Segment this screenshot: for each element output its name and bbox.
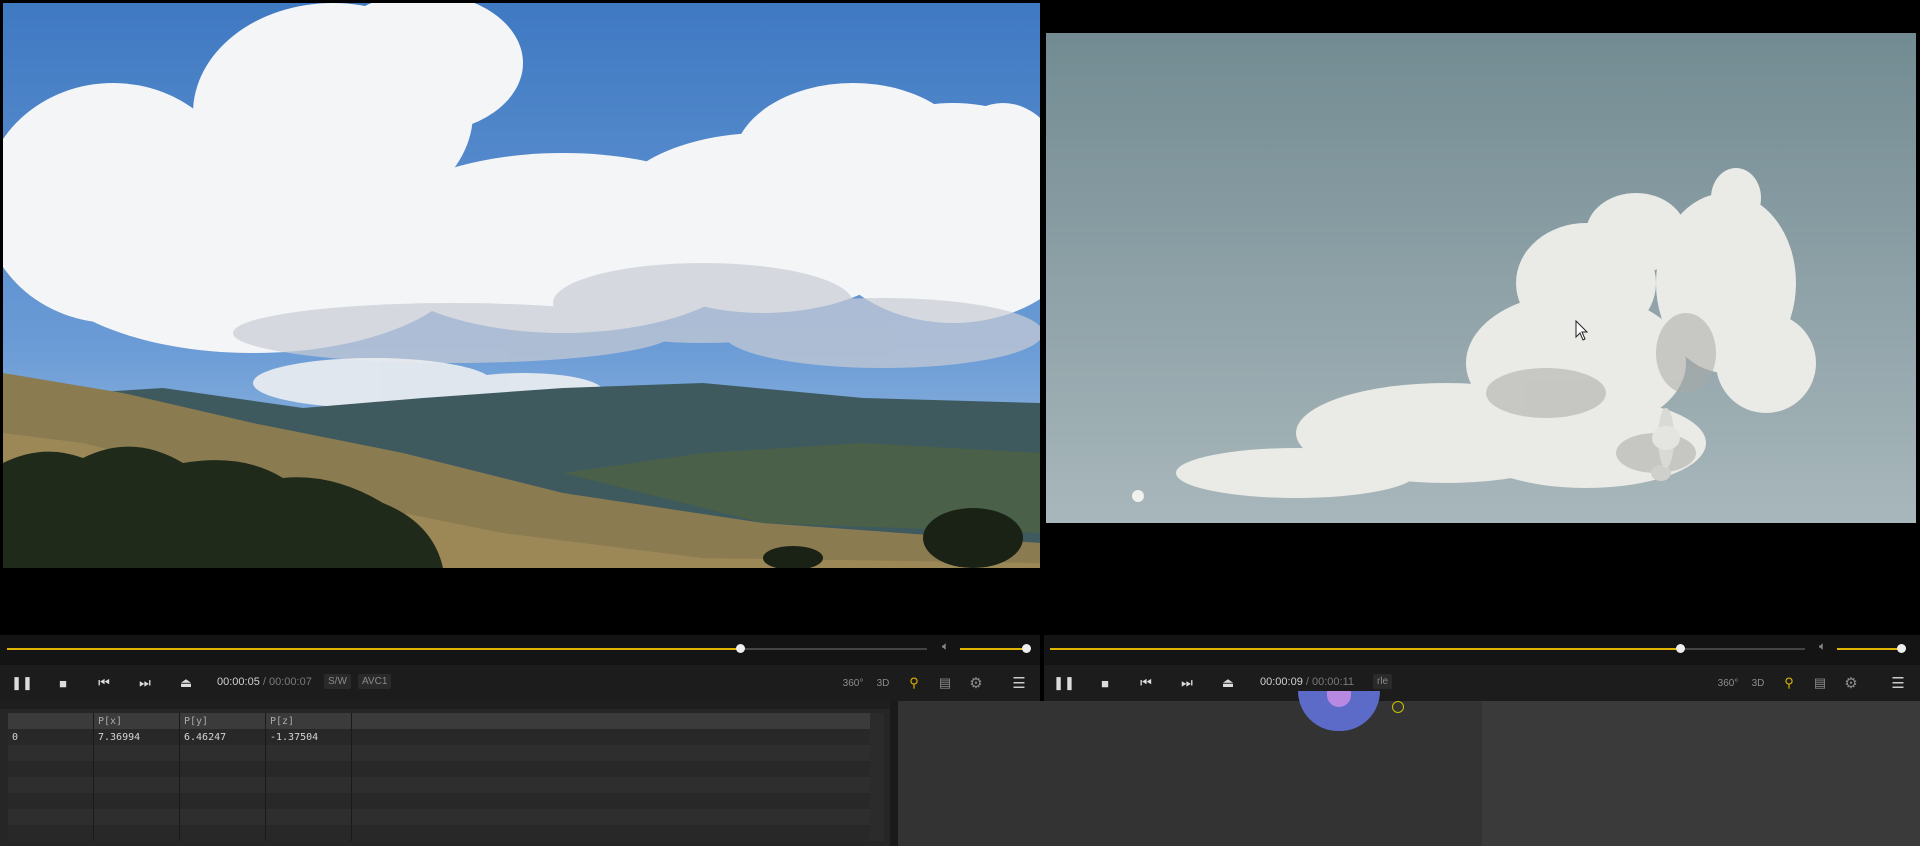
tab-strip (0, 701, 890, 709)
right-progress-fill (1050, 648, 1680, 650)
3d-view-icon[interactable]: 3D (1745, 671, 1771, 695)
360-view-icon[interactable]: 360° (1715, 671, 1741, 695)
pane-divider[interactable] (890, 701, 898, 846)
codec-tag: S/W (324, 674, 351, 689)
left-time-display: 00:00:05 / 00:00:07 (217, 676, 312, 688)
eject-icon[interactable]: ⏏︎ (172, 671, 200, 695)
settings-gear-icon[interactable]: ⚙ (963, 671, 989, 695)
subtitle-icon[interactable]: ▤ (932, 671, 958, 695)
table-row (8, 761, 881, 777)
time-separator: / (1305, 676, 1309, 688)
next-frame-icon[interactable]: ⏭︎ (131, 671, 159, 695)
left-control-row: ❚❚ ■ ⏮︎ ⏭︎ ⏏︎ 00:00:05 / 00:00:07 S/W AV… (0, 665, 1040, 701)
table-cell (351, 729, 881, 745)
volume-icon[interactable]: 🔈︎ (1819, 639, 1826, 654)
right-volume-fill (1837, 648, 1901, 650)
right-player-controls: 🔈︎ ❚❚ ■ ⏮︎ ⏭︎ ⏏︎ 00:00:09 / 00:00:11 rle… (1044, 635, 1920, 701)
table-cell: -1.37504 (265, 729, 352, 745)
geometry-spreadsheet: P[x] P[y] P[z] 0 7.36994 6.46247 -1.3750… (0, 701, 890, 846)
previous-frame-icon[interactable]: ⏮︎ (90, 671, 118, 695)
right-time-display: 00:00:09 / 00:00:11 (1260, 676, 1354, 688)
menu-icon[interactable]: ☰ (1885, 671, 1911, 695)
stop-icon[interactable]: ■ (1091, 671, 1119, 695)
node-network-view (890, 691, 1920, 846)
search-list-icon[interactable]: ⚲ (1776, 671, 1802, 695)
next-frame-icon[interactable]: ⏭︎ (1173, 671, 1201, 695)
current-time: 00:00:05 (217, 676, 260, 688)
previous-frame-icon[interactable]: ⏮︎ (1132, 671, 1160, 695)
time-separator: / (262, 676, 266, 688)
right-video-frame (1046, 33, 1916, 523)
right-progress-track[interactable] (1050, 644, 1805, 653)
table-cell: 0 (8, 729, 94, 745)
vertical-scrollbar[interactable] (870, 713, 884, 841)
duration: 00:00:07 (269, 676, 312, 688)
table-row (8, 809, 881, 825)
network-node[interactable] (1298, 691, 1380, 731)
landscape-image (3, 3, 1040, 568)
stop-icon[interactable]: ■ (49, 671, 77, 695)
volume-icon[interactable]: 🔈︎ (942, 639, 949, 654)
table-row (8, 793, 881, 809)
column-header[interactable]: P[x] (93, 713, 180, 729)
right-control-row: ❚❚ ■ ⏮︎ ⏭︎ ⏏︎ 00:00:09 / 00:00:11 rle 36… (1044, 665, 1920, 701)
settings-gear-icon[interactable]: ⚙ (1838, 671, 1864, 695)
right-volume-track[interactable] (1837, 644, 1906, 653)
smoke-render-image (1046, 33, 1916, 523)
table-cell: 7.36994 (93, 729, 180, 745)
column-header[interactable] (8, 713, 94, 729)
left-video-frame (3, 3, 1040, 568)
node-output-ring-icon[interactable] (1392, 701, 1404, 713)
left-progress-knob[interactable] (736, 644, 746, 653)
left-progress-track[interactable] (7, 644, 927, 653)
table-row (8, 777, 881, 793)
column-header (351, 713, 881, 729)
node-inner (1327, 691, 1351, 707)
left-volume-knob[interactable] (1022, 644, 1031, 653)
pause-icon[interactable]: ❚❚ (8, 671, 36, 695)
table-row (8, 825, 881, 841)
side-panel (1482, 701, 1920, 846)
column-header[interactable]: P[z] (265, 713, 352, 729)
codec-tag: rle (1373, 674, 1393, 689)
table-cell: 6.46247 (179, 729, 266, 745)
column-header[interactable]: P[y] (179, 713, 266, 729)
right-scrub-row: 🔈︎ (1044, 635, 1920, 665)
duration: 00:00:11 (1312, 676, 1355, 688)
right-volume-knob[interactable] (1897, 644, 1906, 653)
360-view-icon[interactable]: 360° (840, 671, 866, 695)
left-scrub-row: 🔈︎ (0, 635, 1040, 665)
left-volume-track[interactable] (960, 644, 1031, 653)
codec-tag: AVC1 (358, 674, 392, 689)
menu-icon[interactable]: ☰ (1006, 671, 1032, 695)
search-list-icon[interactable]: ⚲ (901, 671, 927, 695)
left-player-controls: 🔈︎ ❚❚ ■ ⏮︎ ⏭︎ ⏏︎ 00:00:05 / 00:00:07 S/W… (0, 635, 1040, 701)
left-volume-fill (960, 648, 1026, 650)
table-header-row: P[x] P[y] P[z] (8, 713, 881, 729)
table-row (8, 745, 881, 761)
subtitle-icon[interactable]: ▤ (1807, 671, 1833, 695)
3d-view-icon[interactable]: 3D (870, 671, 896, 695)
left-progress-fill (7, 648, 741, 650)
eject-icon[interactable]: ⏏︎ (1214, 671, 1242, 695)
pause-icon[interactable]: ❚❚ (1050, 671, 1078, 695)
current-time: 00:00:09 (1260, 676, 1303, 688)
attribute-table: P[x] P[y] P[z] 0 7.36994 6.46247 -1.3750… (8, 713, 881, 841)
table-row[interactable]: 0 7.36994 6.46247 -1.37504 (8, 729, 881, 745)
right-progress-knob[interactable] (1675, 644, 1685, 653)
